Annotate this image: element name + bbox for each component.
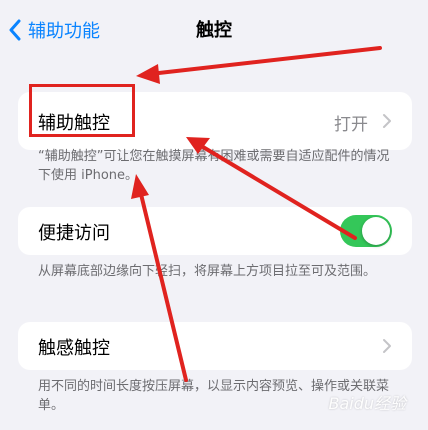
annotation-arrow-head xyxy=(186,137,210,154)
annotation-arrow xyxy=(138,188,188,382)
annotation-arrow-head xyxy=(131,174,149,199)
watermark: Baidu经验 xyxy=(328,394,406,413)
annotation-arrow xyxy=(148,46,382,76)
annotation-arrow-head xyxy=(136,64,160,84)
annotation-arrows xyxy=(131,46,382,382)
annotation-arrow xyxy=(196,142,357,240)
